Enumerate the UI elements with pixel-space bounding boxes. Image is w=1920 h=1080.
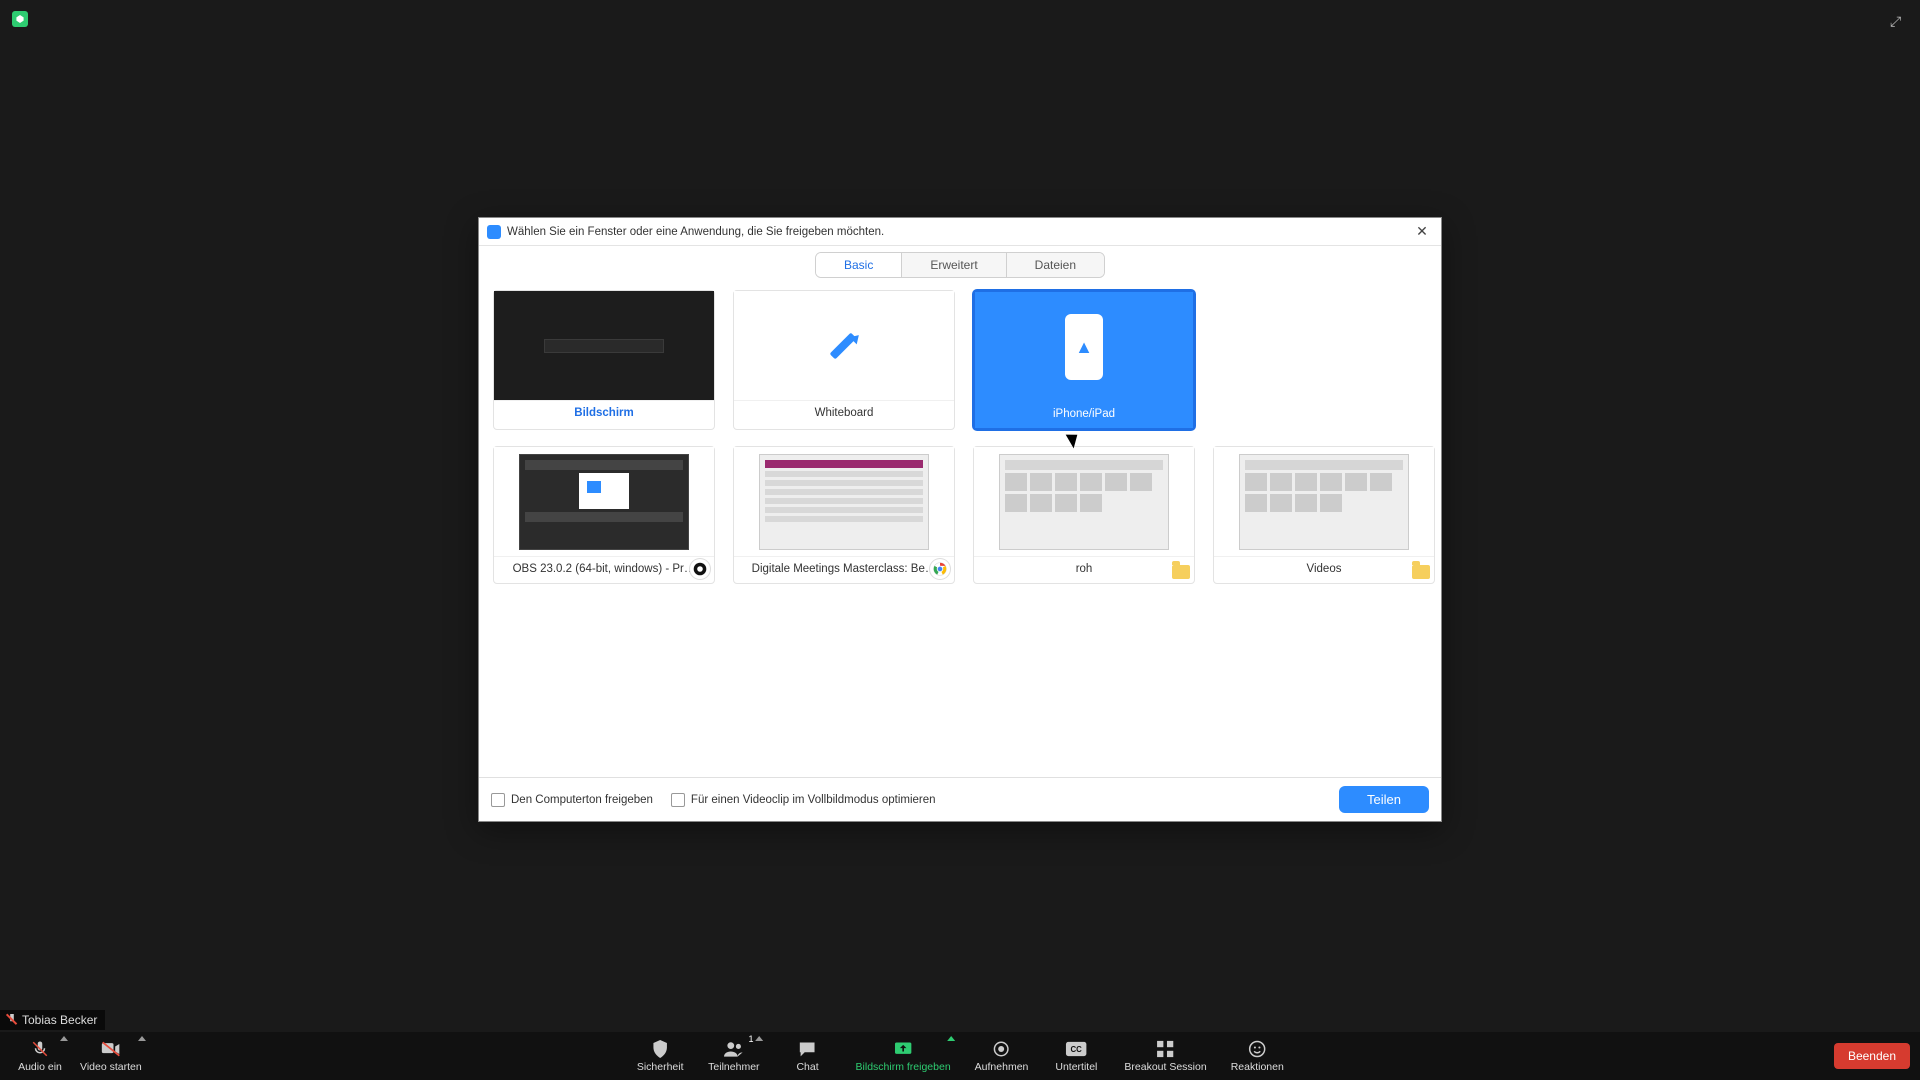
mic-muted-icon — [6, 1014, 18, 1026]
thumbnail — [1214, 447, 1434, 557]
grid-icon — [1155, 1039, 1177, 1059]
tab-advanced[interactable]: Erweitert — [901, 253, 1005, 277]
people-icon — [723, 1039, 745, 1059]
end-meeting-button[interactable]: Beenden — [1834, 1043, 1910, 1069]
chevron-up-icon[interactable] — [947, 1036, 955, 1041]
dialog-titlebar: Wählen Sie ein Fenster oder eine Anwendu… — [479, 218, 1441, 246]
share-option-obs[interactable]: OBS 23.0.2 (64-bit, windows) - Pr… — [493, 446, 715, 584]
shield-icon — [649, 1039, 671, 1059]
share-options-grid: Bildschirm Whiteboard ▲ iPhone/iPad — [493, 290, 1427, 584]
thumbnail — [974, 447, 1194, 557]
record-icon — [991, 1039, 1013, 1059]
thumbnail: ▲ — [975, 292, 1193, 402]
checkbox-optimize-video[interactable]: Für einen Videoclip im Vollbildmodus opt… — [671, 793, 936, 807]
share-option-folder-videos[interactable]: Videos — [1213, 446, 1435, 584]
share-confirm-button[interactable]: Teilen — [1339, 786, 1429, 813]
tab-basic[interactable]: Basic — [816, 253, 901, 277]
cc-icon: CC — [1065, 1039, 1087, 1059]
participants-button[interactable]: 1 Teilnehmer — [702, 1032, 765, 1080]
security-button[interactable]: Sicherheit — [630, 1032, 690, 1080]
checkbox-icon — [671, 793, 685, 807]
checkbox-share-audio[interactable]: Den Computerton freigeben — [491, 793, 653, 807]
chevron-up-icon[interactable] — [138, 1036, 146, 1041]
phone-icon: ▲ — [1065, 314, 1103, 380]
participant-name: Tobias Becker — [22, 1013, 97, 1027]
share-option-screen[interactable]: Bildschirm — [493, 290, 715, 430]
chevron-up-icon[interactable] — [756, 1036, 764, 1041]
folder-icon — [1172, 565, 1190, 579]
record-button[interactable]: Aufnehmen — [969, 1032, 1035, 1080]
video-button[interactable]: Video starten — [74, 1032, 148, 1080]
thumbnail — [734, 447, 954, 557]
chat-icon — [797, 1039, 819, 1059]
chevron-up-icon[interactable] — [60, 1036, 68, 1041]
chrome-icon — [930, 559, 950, 579]
share-option-chrome[interactable]: Digitale Meetings Masterclass: Be… — [733, 446, 955, 584]
svg-text:CC: CC — [1071, 1045, 1083, 1054]
tab-files[interactable]: Dateien — [1006, 253, 1104, 277]
thumbnail — [494, 291, 714, 401]
captions-button[interactable]: CC Untertitel — [1046, 1032, 1106, 1080]
share-tabs: Basic Erweitert Dateien — [815, 252, 1105, 278]
thumbnail — [494, 447, 714, 557]
camera-icon — [100, 1039, 122, 1059]
exit-fullscreen-icon[interactable]: ⤢ — [1890, 14, 1906, 30]
folder-icon — [1412, 565, 1430, 579]
share-screen-dialog: Wählen Sie ein Fenster oder eine Anwendu… — [478, 217, 1442, 822]
participant-label: Tobias Becker — [0, 1010, 105, 1030]
encryption-badge[interactable] — [12, 11, 28, 27]
airplay-icon: ▲ — [1075, 337, 1093, 358]
dialog-title: Wählen Sie ein Fenster oder eine Anwendu… — [507, 226, 884, 238]
share-option-folder-roh[interactable]: roh — [973, 446, 1195, 584]
share-screen-button[interactable]: Bildschirm freigeben — [850, 1032, 957, 1080]
close-button[interactable]: ✕ — [1411, 221, 1433, 243]
obs-icon — [690, 559, 710, 579]
smile-icon — [1246, 1039, 1268, 1059]
zoom-icon — [487, 225, 501, 239]
chat-button[interactable]: Chat — [778, 1032, 838, 1080]
microphone-icon — [29, 1039, 51, 1059]
share-option-whiteboard[interactable]: Whiteboard — [733, 290, 955, 430]
participants-count: 1 — [749, 1034, 754, 1044]
share-icon — [892, 1039, 914, 1059]
mute-button[interactable]: Audio ein — [10, 1032, 70, 1080]
dialog-footer: Den Computerton freigeben Für einen Vide… — [479, 777, 1441, 821]
thumbnail — [734, 291, 954, 401]
share-option-iphone-ipad[interactable]: ▲ iPhone/iPad — [973, 290, 1195, 430]
checkbox-icon — [491, 793, 505, 807]
meeting-toolbar: Audio ein Video starten Sicherheit 1 Tei… — [0, 1032, 1920, 1080]
reactions-button[interactable]: Reaktionen — [1225, 1032, 1290, 1080]
breakout-button[interactable]: Breakout Session — [1118, 1032, 1212, 1080]
